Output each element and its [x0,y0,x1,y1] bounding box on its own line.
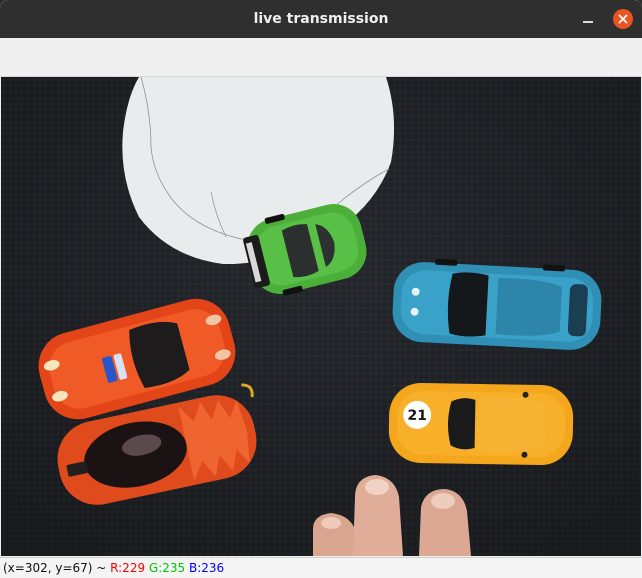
minimize-button[interactable] [578,9,598,29]
car-number: 21 [407,408,427,424]
title-bar[interactable]: live transmission [0,0,642,38]
yellow-car: 21 [388,382,574,466]
status-blue-value: B:236 [189,561,225,575]
minimize-icon [583,21,593,23]
close-icon [618,14,628,24]
status-red-value: R:229 [110,561,146,575]
status-bar: (x=302, y=67) ~ R:229 G:235 B:236 [0,557,642,578]
camera-frame: 21 [1,77,641,556]
close-button[interactable] [613,9,633,29]
status-coords: (x=302, y=67) ~ [3,561,111,575]
blue-car [392,258,602,350]
toolbar [0,38,642,77]
window-title: live transmission [253,11,389,27]
status-green-value: G:235 [148,561,186,575]
app-window: live transmission 21 (x=302, y=67) ~ R:2… [0,0,642,578]
camera-image[interactable]: 21 [1,77,641,556]
